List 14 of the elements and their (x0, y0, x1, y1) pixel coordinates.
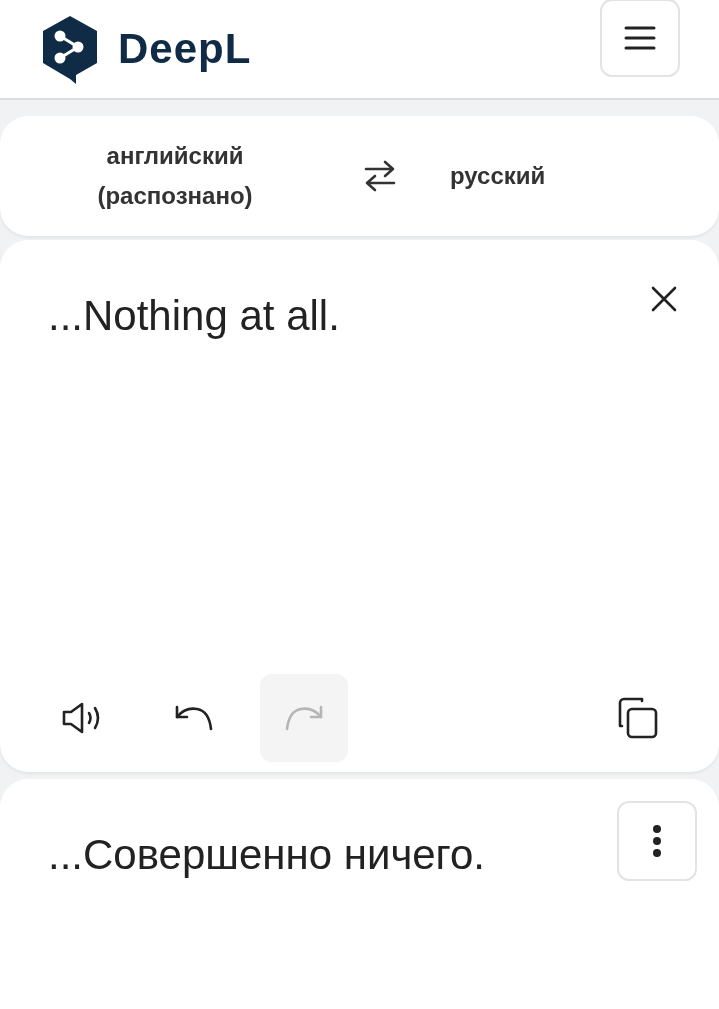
logo-icon (40, 14, 100, 84)
undo-icon (173, 704, 215, 732)
translation-text: ...Совершенно ничего. (48, 831, 486, 879)
logo-text: DeepL (118, 25, 252, 73)
target-language[interactable]: русский (444, 155, 552, 197)
menu-icon (624, 25, 656, 51)
redo-icon (283, 704, 325, 732)
source-text[interactable]: ...Nothing at all. (48, 288, 340, 344)
source-language[interactable]: английский (распознано) (75, 135, 275, 217)
more-icon (652, 824, 662, 858)
close-icon (651, 286, 677, 312)
swap-icon (363, 160, 397, 192)
more-button[interactable] (617, 801, 697, 881)
menu-button[interactable] (600, 0, 680, 77)
